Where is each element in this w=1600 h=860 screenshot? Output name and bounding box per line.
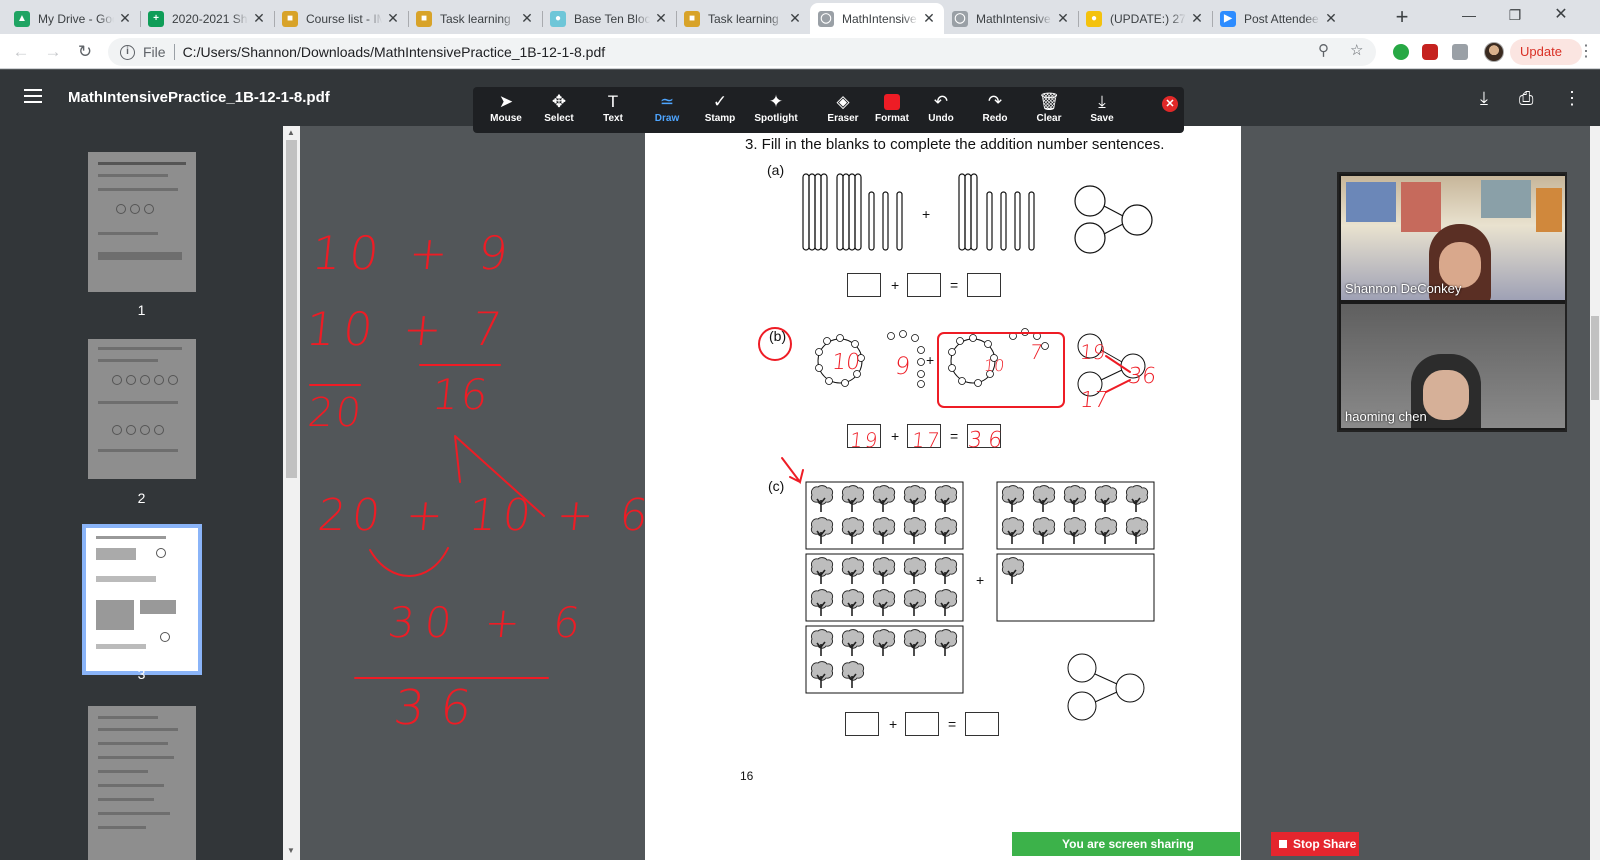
tool-undo[interactable]: ↶ Undo — [913, 91, 969, 131]
handwritten-text: 10 — [830, 350, 862, 375]
document-scrollbar[interactable] — [1590, 126, 1600, 860]
tool-label: Format — [875, 113, 909, 124]
close-annotation-icon[interactable]: ✕ — [1162, 96, 1178, 112]
tool-format[interactable]: Format — [864, 91, 920, 131]
annotation-toolbar: ➤ Mouse ✥ Select T Text ≃ Draw ✓ Stamp ✦ Spotlight ◈… — [473, 87, 1184, 133]
text-icon: T — [607, 92, 619, 111]
tool-label: Clear — [1036, 113, 1062, 124]
screen-sharing-text: You are screen sharing — [1062, 837, 1194, 851]
handwritten-text: 10 + 7 — [303, 302, 513, 356]
tool-redo[interactable]: ↷ Redo — [967, 91, 1023, 131]
cursor-icon: ➤ — [498, 92, 514, 111]
handwritten-text: 19 — [848, 428, 881, 452]
handwritten-text: 19 — [1078, 340, 1107, 364]
handwritten-text: 36 — [1126, 364, 1158, 389]
tool-text[interactable]: T Text — [585, 91, 641, 131]
stop-share-label: Stop Share — [1293, 837, 1357, 851]
stop-icon — [1279, 840, 1287, 848]
tool-label: Select — [544, 113, 574, 124]
handwritten-text: 10 — [983, 356, 1006, 375]
draw-icon: ≃ — [659, 92, 675, 111]
handwritten-text: 20 — [305, 390, 366, 436]
handwritten-text: 36 — [391, 680, 491, 736]
check-icon: ✓ — [712, 92, 728, 111]
handwritten-text: 16 — [429, 370, 493, 419]
stop-share-button[interactable]: Stop Share — [1271, 832, 1359, 856]
tool-select[interactable]: ✥ Select — [531, 91, 587, 131]
participant-name: Shannon DeConkey — [1345, 281, 1462, 296]
tool-save[interactable]: ⤓ Save — [1074, 91, 1130, 131]
handwritten-text: 30 + 6 — [385, 598, 593, 647]
participant-name: haoming chen — [1345, 409, 1427, 424]
eraser-icon: ◈ — [836, 92, 850, 111]
app-window: ▲My Drive - Google Drive✕+2020-2021 Shee… — [0, 0, 1600, 860]
tool-stamp[interactable]: ✓ Stamp — [692, 91, 748, 131]
tool-label: Redo — [982, 113, 1008, 124]
tool-clear[interactable]: 🗑 Clear — [1021, 91, 1077, 131]
handwritten-text: 17 — [910, 428, 943, 452]
handwritten-text: 9 — [893, 352, 912, 380]
tool-label: Mouse — [490, 113, 522, 124]
move-icon: ✥ — [551, 92, 567, 111]
format-icon — [864, 91, 920, 113]
meeting-video-panel[interactable]: Shannon DeConkey haoming chen — [1337, 172, 1567, 432]
undo-icon: ↶ — [933, 92, 949, 111]
tool-label: Draw — [654, 113, 680, 124]
screen-share-status[interactable]: You are screen sharing — [1012, 832, 1240, 856]
tool-label: Eraser — [827, 113, 859, 124]
tool-mouse[interactable]: ➤ Mouse — [478, 91, 534, 131]
participant-video-2[interactable]: haoming chen — [1341, 304, 1565, 428]
handwritten-text: 20 + 10 + 6 — [315, 490, 657, 541]
participant-video-1[interactable]: Shannon DeConkey — [1341, 176, 1565, 300]
tool-label: Undo — [928, 113, 954, 124]
tool-spotlight[interactable]: ✦ Spotlight — [748, 91, 804, 131]
tool-label: Save — [1090, 113, 1114, 124]
spotlight-icon: ✦ — [768, 92, 784, 111]
tool-label: Text — [603, 113, 623, 124]
handwritten-text: 7 — [1028, 340, 1044, 364]
trash-icon: 🗑 — [1038, 92, 1060, 111]
tool-eraser[interactable]: ◈ Eraser — [815, 91, 871, 131]
tool-label: Spotlight — [754, 113, 798, 124]
save-icon: ⤓ — [1098, 92, 1106, 111]
redo-icon: ↷ — [987, 92, 1003, 111]
tool-label: Stamp — [704, 113, 736, 124]
handwritten-text: 10 + 9 — [309, 226, 519, 280]
handwritten-text: 36 — [966, 428, 1010, 453]
tool-draw[interactable]: ≃ Draw — [639, 91, 695, 131]
handwritten-text: 17 — [1078, 388, 1110, 413]
